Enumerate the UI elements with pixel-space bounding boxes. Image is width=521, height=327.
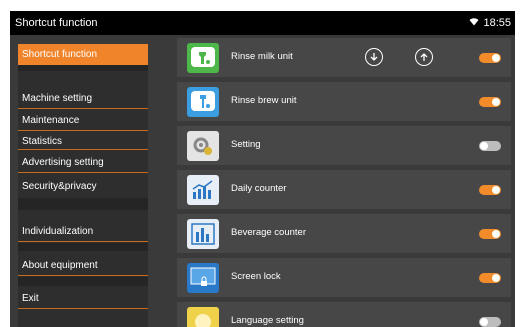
list-item[interactable]: Screen lock (177, 258, 511, 297)
toggle-switch[interactable] (479, 53, 501, 63)
toggle-switch[interactable] (479, 273, 501, 283)
row-background (177, 170, 511, 209)
language-icon (187, 307, 219, 327)
row-background (177, 82, 511, 121)
sidebar-divider (18, 243, 148, 251)
item-label: Beverage counter (231, 227, 306, 238)
daily-counter-icon (187, 175, 219, 205)
sidebar-item-underline (18, 241, 148, 242)
toggle-knob (492, 274, 500, 282)
screen-lock-icon (187, 263, 219, 293)
sidebar-item-label: Machine setting (22, 93, 93, 104)
sidebar-item-underline (18, 275, 148, 276)
toggle-switch[interactable] (479, 141, 501, 151)
toggle-knob (492, 54, 500, 62)
list-item[interactable]: Rinse brew unit (177, 82, 511, 121)
sidebar-item-maintenance[interactable]: Maintenance (18, 110, 148, 131)
list-item[interactable]: Language setting (177, 302, 511, 327)
rinse-milk-icon (187, 43, 219, 73)
sidebar-item-machine-setting[interactable]: Machine setting (18, 88, 148, 109)
item-label: Language setting (231, 315, 304, 326)
sidebar-item-label: Individualization (22, 225, 94, 237)
item-label: Daily counter (231, 183, 287, 194)
app-screen: Shortcut function 18:55 Shortcut functio… (10, 11, 515, 327)
sidebar-item-label: About equipment (22, 259, 98, 271)
sidebar-item-underline (18, 308, 148, 309)
toggle-switch[interactable] (479, 185, 501, 195)
toggle-switch[interactable] (479, 97, 501, 107)
status-bar: Shortcut function 18:55 (10, 11, 515, 35)
row-background (177, 126, 511, 165)
sidebar-item-label: Statistics (22, 136, 63, 147)
toggle-switch[interactable] (479, 317, 501, 327)
sidebar-item-shortcut-function[interactable]: Shortcut function (18, 44, 148, 65)
sidebar-item-security-privacy[interactable]: Security&privacy (18, 176, 148, 197)
sidebar-divider (18, 198, 148, 210)
sidebar-item-label: Maintenance (22, 115, 80, 126)
toggle-knob (492, 186, 500, 194)
row-background (177, 38, 511, 77)
sidebar-item-exit[interactable]: Exit (18, 287, 148, 309)
row-background (177, 258, 511, 297)
sidebar: Shortcut function Machine setting Mainte… (18, 44, 148, 327)
settings-gear-icon (187, 131, 219, 161)
beverage-counter-icon (187, 219, 219, 249)
status-indicators: 18:55 (469, 17, 511, 29)
sidebar-divider (18, 277, 148, 286)
page-title: Shortcut function (15, 17, 98, 29)
sidebar-item-about-equipment[interactable]: About equipment (18, 254, 148, 276)
item-label: Rinse milk unit (231, 51, 293, 62)
list-item[interactable]: Rinse milk unit (177, 38, 511, 77)
item-label: Setting (231, 139, 261, 150)
sidebar-divider (18, 65, 148, 71)
item-label: Screen lock (231, 271, 281, 282)
sidebar-item-underline (18, 149, 148, 150)
toggle-knob (492, 230, 500, 238)
list-item[interactable]: Daily counter (177, 170, 511, 209)
arrow-down-circle-icon[interactable] (365, 48, 383, 66)
rinse-brew-icon (187, 87, 219, 117)
list-item[interactable]: Setting (177, 126, 511, 165)
toggle-knob (492, 98, 500, 106)
clock: 18:55 (483, 17, 511, 29)
sidebar-item-statistics[interactable]: Statistics (18, 133, 148, 150)
sidebar-item-advertising-setting[interactable]: Advertising setting (18, 152, 148, 173)
sidebar-item-label: Security&privacy (22, 181, 97, 192)
item-label: Rinse brew unit (231, 95, 297, 106)
sidebar-item-label: Exit (22, 292, 39, 304)
row-background (177, 302, 511, 327)
list-item[interactable]: Beverage counter (177, 214, 511, 253)
arrow-up-circle-icon[interactable] (415, 48, 433, 66)
row-background (177, 214, 511, 253)
toggle-knob (480, 142, 488, 150)
sidebar-item-label: Shortcut function (22, 49, 98, 60)
sidebar-item-label: Advertising setting (22, 157, 104, 168)
wifi-icon (469, 17, 479, 29)
sidebar-item-underline (18, 108, 148, 109)
shortcut-list: Rinse milk unit Rinse brew unit Setting … (167, 36, 515, 327)
sidebar-item-underline (18, 130, 148, 131)
sidebar-item-underline (18, 172, 148, 173)
toggle-knob (480, 318, 488, 326)
sidebar-item-individualization[interactable]: Individualization (18, 220, 148, 242)
toggle-switch[interactable] (479, 229, 501, 239)
